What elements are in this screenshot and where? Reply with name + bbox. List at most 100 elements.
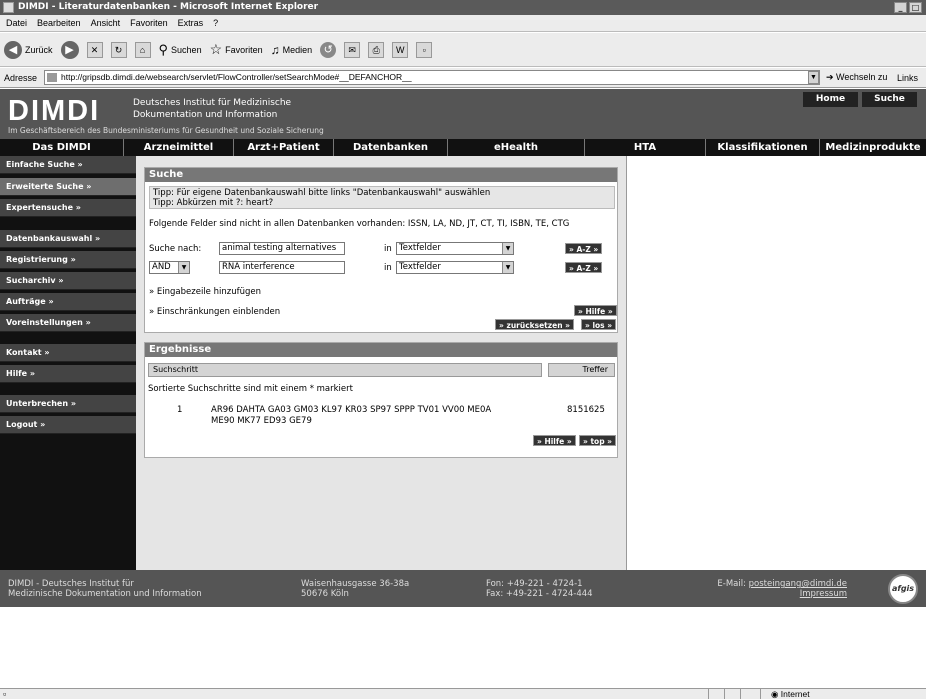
sidebar-item-kontakt[interactable]: Kontakt » bbox=[0, 344, 136, 362]
tip-datenbankauswahl: Tipp: Für eigene Datenbankauswahl bitte … bbox=[153, 188, 491, 198]
col-treffer: Treffer bbox=[548, 363, 615, 377]
maximize-button[interactable]: □ bbox=[909, 2, 922, 13]
reset-button[interactable]: » zurücksetzen » bbox=[495, 319, 575, 330]
nav-datenbanken[interactable]: Datenbanken bbox=[334, 139, 448, 156]
operator-select[interactable]: AND ▼ bbox=[149, 261, 190, 274]
go-button[interactable]: ➔ Wechseln zu bbox=[826, 72, 887, 83]
menu-favoriten[interactable]: Favoriten bbox=[130, 18, 168, 28]
in-label-1: in bbox=[384, 244, 392, 254]
window-title-bar: DIMDI - Literaturdatenbanken - Microsoft… bbox=[0, 0, 926, 15]
dimdi-logo[interactable]: DIMDI bbox=[8, 95, 100, 128]
menu-extras[interactable]: Extras bbox=[178, 18, 204, 28]
minimize-button[interactable]: _ bbox=[894, 2, 907, 13]
sidebar-item-voreinstellungen[interactable]: Voreinstellungen » bbox=[0, 314, 136, 332]
print-icon[interactable]: ⎙ bbox=[368, 41, 385, 58]
edit-icon[interactable]: W bbox=[392, 41, 409, 58]
row-databases-line2: ME90 MK77 ED93 GE79 bbox=[211, 416, 312, 426]
query-input-1[interactable]: animal testing alternatives bbox=[219, 242, 345, 255]
favorites-label: Favoriten bbox=[225, 44, 263, 55]
page-icon bbox=[47, 73, 57, 82]
sidebar-item-erweiterte-suche[interactable]: Erweiterte Suche » bbox=[0, 178, 136, 196]
menu-bearbeiten[interactable]: Bearbeiten bbox=[37, 18, 81, 28]
menu-help[interactable]: ? bbox=[213, 18, 218, 28]
favorites-button[interactable]: ☆ Favoriten bbox=[210, 41, 263, 58]
menu-datei[interactable]: Datei bbox=[6, 18, 27, 28]
home-button[interactable]: Home bbox=[803, 92, 858, 107]
site-footer: DIMDI - Deutsches Institut für Medizinis… bbox=[0, 570, 926, 607]
sidebar-item-unterbrechen[interactable]: Unterbrechen » bbox=[0, 395, 136, 413]
footer-name-line2: Medizinische Dokumentation und Informati… bbox=[8, 589, 202, 599]
forward-arrow-icon[interactable]: ▶ bbox=[60, 40, 79, 59]
impressum-link[interactable]: Impressum bbox=[800, 589, 847, 599]
results-help-button[interactable]: » Hilfe » bbox=[533, 435, 576, 446]
query-input-2[interactable]: RNA interference bbox=[219, 261, 345, 274]
search-button[interactable]: ⚲ Suchen bbox=[159, 42, 202, 58]
zone-indicator: ◉ Internet bbox=[760, 689, 810, 699]
sidebar-item-logout[interactable]: Logout » bbox=[0, 416, 136, 434]
footer-phone: Fon: +49-221 - 4724-1 bbox=[486, 579, 583, 589]
sidebar-item-auftraege[interactable]: Aufträge » bbox=[0, 293, 136, 311]
address-dropdown-icon[interactable]: ▼ bbox=[808, 71, 819, 84]
discuss-icon[interactable]: ▫ bbox=[416, 41, 433, 58]
go-search-button[interactable]: » los » bbox=[581, 319, 617, 330]
sidebar-item-sucharchiv[interactable]: Sucharchiv » bbox=[0, 272, 136, 290]
media-button[interactable]: ♫ Medien bbox=[271, 43, 313, 57]
mail-icon[interactable]: ✉ bbox=[344, 41, 361, 58]
add-line-link[interactable]: » Eingabezeile hinzufügen bbox=[149, 287, 261, 297]
nav-klassifikationen[interactable]: Klassifikationen bbox=[706, 139, 820, 156]
links-button[interactable]: Links bbox=[897, 73, 918, 83]
afgis-badge[interactable]: afgis bbox=[888, 574, 918, 604]
footer-contact: E-Mail: posteingang@dimdi.de Impressum bbox=[709, 579, 847, 599]
search-label: Suchen bbox=[171, 44, 202, 55]
results-panel: Ergebnisse Suchschritt Treffer Sortierte… bbox=[144, 342, 618, 458]
footer-phone-fax: Fon: +49-221 - 4724-1 Fax: +49-221 - 472… bbox=[486, 579, 593, 599]
window-title: DIMDI - Literaturdatenbanken - Microsoft… bbox=[18, 2, 319, 12]
back-label: Zurück bbox=[25, 44, 53, 55]
status-pane-1 bbox=[708, 689, 724, 699]
nav-hta[interactable]: HTA bbox=[585, 139, 706, 156]
stop-icon[interactable]: ✕ bbox=[86, 41, 103, 58]
media-label: Medien bbox=[282, 44, 313, 55]
footer-fax: Fax: +49-221 - 4724-444 bbox=[486, 589, 593, 599]
nav-medizinprodukte[interactable]: Medizinprodukte bbox=[820, 139, 926, 156]
nav-ehealth[interactable]: eHealth bbox=[448, 139, 585, 156]
tips-box: Tipp: Für eigene Datenbankauswahl bitte … bbox=[149, 186, 615, 209]
email-link[interactable]: posteingang@dimdi.de bbox=[749, 579, 847, 589]
sidebar-item-expertensuche[interactable]: Expertensuche » bbox=[0, 199, 136, 217]
nav-das-dimdi[interactable]: Das DIMDI bbox=[0, 139, 124, 156]
right-blank-area bbox=[626, 156, 926, 570]
address-url: http://gripsdb.dimdi.de/websearch/servle… bbox=[61, 72, 412, 82]
sidebar-item-einfache-suche[interactable]: Einfache Suche » bbox=[0, 156, 136, 174]
browser-toolbar: ◀ Zurück ▶ ✕ ↻ ⌂ ⚲ Suchen ☆ Favoriten ♫ … bbox=[0, 33, 926, 67]
nav-arzneimittel[interactable]: Arzneimittel bbox=[124, 139, 234, 156]
nav-arzt-patient[interactable]: Arzt+Patient bbox=[234, 139, 334, 156]
top-button[interactable]: » top » bbox=[579, 435, 617, 446]
refresh-icon[interactable]: ↻ bbox=[110, 41, 127, 58]
az-button-1[interactable]: » A-Z » bbox=[565, 243, 603, 254]
restrictions-link[interactable]: » Einschränkungen einblenden bbox=[149, 307, 280, 317]
menu-ansicht[interactable]: Ansicht bbox=[91, 18, 121, 28]
search-header-button[interactable]: Suche bbox=[862, 92, 917, 107]
footer-address: Waisenhausgasse 36-38a 50676 Köln bbox=[301, 579, 409, 599]
col-suchschritt: Suchschritt bbox=[148, 363, 542, 377]
row-databases-line1: AR96 DAHTA GA03 GM03 KL97 KR03 SP97 SPPP… bbox=[211, 405, 492, 415]
address-bar: Adresse http://gripsdb.dimdi.de/websearc… bbox=[0, 68, 926, 88]
ie-icon bbox=[3, 2, 14, 13]
field-select-2[interactable]: Textfelder ▼ bbox=[396, 261, 514, 274]
main-content: Suche Tipp: Für eigene Datenbankauswahl … bbox=[136, 156, 626, 570]
history-icon[interactable]: ↺ bbox=[320, 41, 337, 58]
sidebar-item-datenbankauswahl[interactable]: Datenbankauswahl » bbox=[0, 230, 136, 248]
sidebar-item-hilfe[interactable]: Hilfe » bbox=[0, 365, 136, 383]
zone-label: Internet bbox=[780, 689, 810, 699]
field-select-1[interactable]: Textfelder ▼ bbox=[396, 242, 514, 255]
footer-institute: DIMDI - Deutsches Institut für Medizinis… bbox=[8, 579, 202, 599]
home-icon[interactable]: ⌂ bbox=[134, 41, 151, 58]
operator-value: AND bbox=[152, 262, 171, 272]
address-input[interactable]: http://gripsdb.dimdi.de/websearch/servle… bbox=[44, 70, 820, 85]
az-button-2[interactable]: » A-Z » bbox=[565, 262, 603, 273]
sidebar-item-registrierung[interactable]: Registrierung » bbox=[0, 251, 136, 269]
email-label: E-Mail: bbox=[717, 579, 746, 589]
status-pane-2 bbox=[724, 689, 740, 699]
search-help-button[interactable]: » Hilfe » bbox=[574, 305, 617, 316]
back-button[interactable]: ◀ Zurück bbox=[4, 40, 53, 59]
